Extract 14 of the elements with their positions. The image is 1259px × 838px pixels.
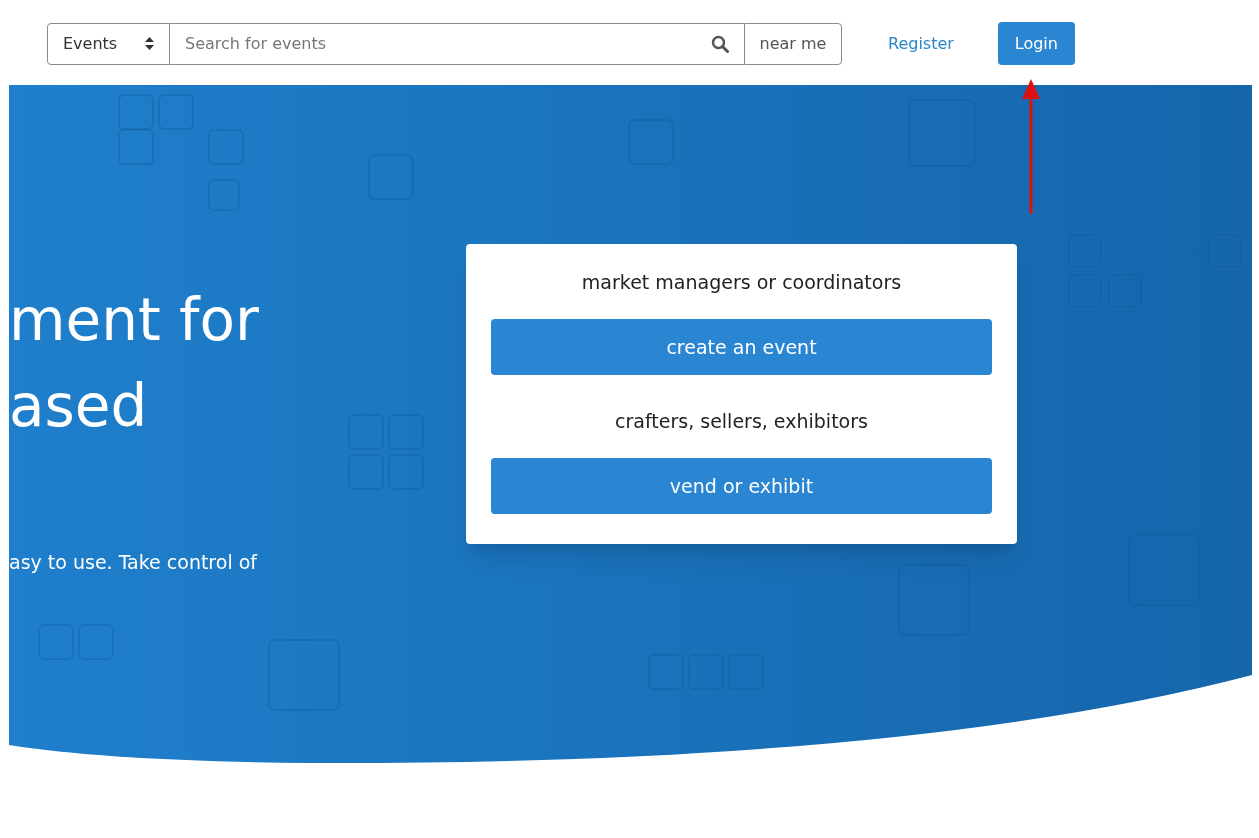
- hero-heading-line: ased: [9, 371, 148, 442]
- search-field[interactable]: Search for events: [185, 31, 711, 56]
- location-field[interactable]: near me: [744, 22, 842, 65]
- role-button[interactable]: vend or exhibit: [491, 458, 992, 514]
- category-select[interactable]: Events: [47, 22, 170, 65]
- search-icon: [711, 34, 729, 53]
- login-button[interactable]: Login: [997, 22, 1075, 65]
- role-label: crafters, sellers, exhibitors: [615, 409, 868, 434]
- hero-text: asy to use. Take control of: [9, 550, 259, 575]
- role-button[interactable]: create an event: [491, 319, 992, 375]
- register-link[interactable]: Register: [888, 31, 954, 56]
- up-down-caret-icon: [145, 37, 154, 50]
- role-label: market managers or coordinators: [581, 270, 902, 295]
- hero-heading-line: ment for: [9, 285, 259, 356]
